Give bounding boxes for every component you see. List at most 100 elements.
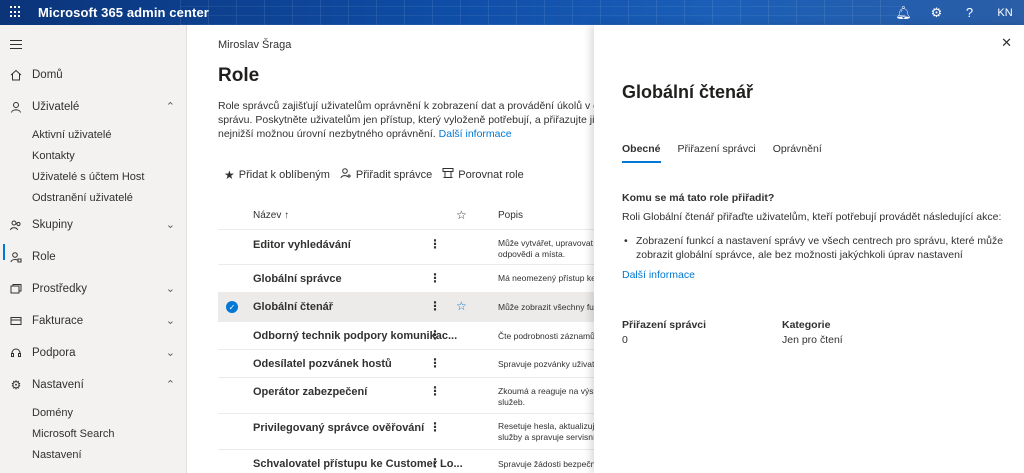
table-row[interactable]: Odborný technik podpory komunikac... ⋮ Č… — [218, 321, 594, 349]
chevron-up-icon[interactable]: ⌃ — [166, 378, 175, 391]
compare-icon — [442, 167, 454, 182]
nav-sub-microsoft-search[interactable]: Microsoft Search — [32, 428, 115, 440]
nav-item-label: Nastavení — [32, 379, 84, 391]
table-row[interactable]: Odesílatel pozvánek hostů ⋮ Spravuje poz… — [218, 349, 594, 377]
home-icon — [0, 69, 32, 81]
compare-roles-button[interactable]: Porovnat role — [442, 167, 524, 182]
panel-tabs: Obecné Přiřazení správci Oprávnění — [622, 143, 839, 163]
more-options-icon[interactable]: ⋮ — [429, 356, 441, 370]
nav-sub-domains[interactable]: Domény — [32, 407, 73, 419]
chevron-down-icon[interactable]: ⌄ — [166, 282, 175, 295]
avatar[interactable]: KN — [986, 0, 1024, 25]
role-icon — [0, 251, 32, 263]
description-line: Role správců zajišťují uživatelům oprávn… — [218, 100, 594, 112]
table-header: Název ↑ ☆ Popis — [218, 207, 594, 229]
role-description: Spravuje pozvánky uživatel — [498, 359, 594, 369]
bullet-item: Zobrazení funkcí a nastavení správy ve v… — [624, 234, 1006, 262]
description-line: správu. Poskytněte uživatelům jen přístu… — [218, 114, 594, 126]
add-favorite-button[interactable]: ★ Přidat k oblíbeným — [224, 167, 330, 182]
nav-sub-active-users[interactable]: Aktivní uživatelé — [32, 129, 111, 141]
chevron-down-icon[interactable]: ⌄ — [166, 218, 175, 231]
notification-bell-icon[interactable]: 🔔︎ — [887, 0, 920, 25]
category-value: Jen pro čtení — [782, 334, 843, 346]
button-label: Přidat k oblíbeným — [238, 168, 330, 181]
nav-item-roles[interactable]: Role — [0, 245, 187, 269]
more-options-icon[interactable]: ⋮ — [429, 328, 441, 342]
role-name: Globální správce — [253, 273, 342, 285]
table-row[interactable]: Editor vyhledávání ⋮ Může vytvářet, upra… — [218, 229, 594, 264]
person-icon — [0, 101, 32, 113]
role-name: Odesílatel pozvánek hostů — [253, 358, 392, 370]
app-launcher-icon[interactable] — [10, 6, 22, 18]
nav-item-label: Prostředky — [32, 283, 87, 295]
nav-item-label: Podpora — [32, 347, 76, 359]
role-name: Globální čtenář — [253, 301, 334, 313]
learn-more-link[interactable]: Další informace — [622, 269, 695, 281]
nav-item-label: Domů — [32, 69, 63, 81]
favorite-star-icon[interactable]: ☆ — [456, 299, 467, 313]
column-header-name[interactable]: Název ↑ — [253, 210, 289, 221]
assign-admins-button[interactable]: Přiřadit správce — [340, 167, 432, 182]
page-title: Role — [218, 65, 260, 86]
nav-sub-guest-users[interactable]: Uživatelé s účtem Host — [32, 171, 144, 183]
left-navigation: Domů Uživatelé ⌃ Aktivní uživatelé Konta… — [0, 25, 187, 473]
nav-item-billing[interactable]: Fakturace ⌄ — [0, 309, 187, 333]
table-row[interactable]: ✓ Globální čtenář ⋮ ☆ Může zobrazit všec… — [218, 292, 594, 321]
chevron-down-icon[interactable]: ⌄ — [166, 346, 175, 359]
more-options-icon[interactable]: ⋮ — [429, 420, 441, 434]
billing-icon — [0, 315, 32, 327]
resources-icon — [0, 283, 32, 295]
header-background-pattern — [180, 0, 904, 25]
role-name: Operátor zabezpečení — [253, 386, 368, 398]
column-header-description[interactable]: Popis — [498, 210, 523, 221]
table-row[interactable]: Privilegovaný správce ověřování ⋮ Resetu… — [218, 413, 594, 449]
assigned-admins-value: 0 — [622, 334, 628, 346]
nav-sub-contacts[interactable]: Kontakty — [32, 150, 75, 162]
star-outline-icon[interactable]: ☆ — [456, 208, 467, 222]
nav-item-users[interactable]: Uživatelé ⌃ — [0, 95, 187, 119]
chevron-up-icon[interactable]: ⌃ — [166, 100, 175, 113]
more-options-icon[interactable]: ⋮ — [429, 237, 441, 251]
table-row[interactable]: Operátor zabezpečení ⋮ Zkoumá a reaguje … — [218, 377, 594, 413]
selected-check-icon[interactable]: ✓ — [226, 301, 238, 313]
nav-item-groups[interactable]: Skupiny ⌄ — [0, 213, 187, 237]
role-description: Zkoumá a reaguje na výstra služeb. — [498, 386, 594, 407]
nav-item-label: Fakturace — [32, 315, 84, 327]
more-options-icon[interactable]: ⋮ — [429, 271, 441, 285]
description-line: nejnižší možnou úrovní nezbytného oprávn… — [218, 128, 436, 140]
nav-item-home[interactable]: Domů — [0, 63, 187, 87]
more-options-icon[interactable]: ⋮ — [429, 384, 441, 398]
assigned-admins-label: Přiřazení správci — [622, 319, 707, 331]
gear-icon[interactable]: ⚙ — [920, 0, 953, 25]
more-options-icon[interactable]: ⋮ — [429, 456, 441, 470]
nav-sub-deleted-users[interactable]: Odstranění uživatelé — [32, 192, 133, 204]
close-icon[interactable]: ✕ — [1001, 35, 1012, 51]
hamburger-menu-icon[interactable] — [10, 40, 22, 52]
nav-item-label: Uživatelé — [32, 101, 80, 113]
nav-item-label: Skupiny — [32, 219, 73, 231]
table-row[interactable]: Schvalovatel přístupu ke Customer Lo... … — [218, 449, 594, 473]
app-title[interactable]: Microsoft 365 admin center — [38, 5, 209, 20]
nav-item-resources[interactable]: Prostředky ⌄ — [0, 277, 187, 301]
more-options-icon[interactable]: ⋮ — [429, 299, 441, 313]
help-icon[interactable]: ? — [953, 0, 986, 25]
star-icon: ★ — [224, 167, 235, 182]
tab-assigned-admins[interactable]: Přiřazení správci — [678, 143, 756, 163]
nav-sub-settings[interactable]: Nastavení — [32, 449, 82, 461]
organization-name: Miroslav Šraga — [218, 39, 292, 51]
tab-permissions[interactable]: Oprávnění — [773, 143, 822, 163]
tab-general[interactable]: Obecné — [622, 143, 661, 163]
add-person-icon — [340, 167, 352, 182]
button-label: Porovnat role — [458, 168, 524, 181]
nav-item-settings[interactable]: ⚙ Nastavení ⌃ — [0, 373, 187, 397]
table-row[interactable]: Globální správce ⋮ Má neomezený přístup … — [218, 264, 594, 292]
chevron-down-icon[interactable]: ⌄ — [166, 314, 175, 327]
role-description: Resetuje hesla, aktualizuje p služby a s… — [498, 421, 594, 442]
role-description: Čte podrobnosti záznamů c — [498, 331, 594, 341]
learn-more-link[interactable]: Další informace — [439, 128, 512, 140]
role-description: Má neomezený přístup ke v — [498, 273, 594, 283]
nav-item-support[interactable]: Podpora ⌄ — [0, 341, 187, 365]
role-description: Spravuje žádosti bezpečnos — [498, 459, 594, 469]
role-name: Editor vyhledávání — [253, 239, 351, 251]
headset-icon — [0, 347, 32, 359]
